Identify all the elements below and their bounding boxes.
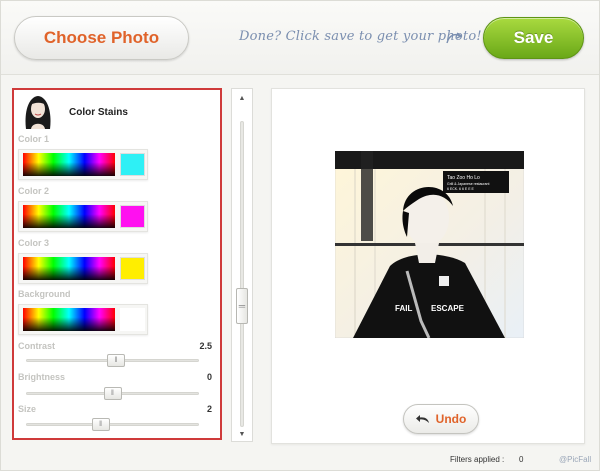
color2-label: Color 2 (18, 186, 50, 196)
color1-label: Color 1 (18, 134, 50, 144)
contrast-slider-handle[interactable]: ǁ (106, 354, 125, 367)
brand-logo[interactable]: @PicFall (559, 455, 591, 464)
choose-photo-button[interactable]: Choose Photo (14, 16, 189, 60)
vertical-scrollbar[interactable]: ▲ ═ ▼ (231, 88, 253, 442)
tshirt-text-2: ESCAPE (431, 304, 465, 313)
brightness-row: Brightness 0 (18, 372, 212, 384)
size-slider-handle[interactable]: ǁ (91, 418, 110, 431)
filters-applied-count: 0 (519, 455, 524, 464)
color1-spectrum[interactable] (23, 153, 115, 176)
undo-label: Undo (435, 412, 467, 426)
color1-swatch[interactable] (120, 153, 145, 176)
sign-text-2: Grill & Japanese restaurant (447, 182, 489, 186)
sign-text-1: Tao Zoo Ho Lo (447, 175, 480, 181)
brightness-slider[interactable]: ǁ (26, 387, 199, 400)
filter-header: Color Stains (18, 93, 218, 129)
scroll-track[interactable] (240, 121, 244, 427)
tshirt-text-1: FAIL (395, 304, 412, 313)
brightness-slider-handle[interactable]: ǁ (103, 387, 122, 400)
color2-swatch[interactable] (120, 205, 145, 228)
photo-preview-panel: Tao Zoo Ho Lo Grill & Japanese restauran… (271, 88, 585, 444)
background-picker (18, 304, 148, 335)
save-button[interactable]: Save (483, 17, 584, 59)
undo-button[interactable]: Undo (403, 404, 479, 434)
filters-applied-label: Filters applied : (450, 455, 505, 464)
brightness-label: Brightness (18, 372, 66, 382)
filter-settings-panel: Color Stains Color 1 Color 2 Color 3 Bac… (12, 88, 222, 440)
color3-swatch[interactable] (120, 257, 145, 280)
size-slider[interactable]: ǁ (26, 418, 199, 431)
sign-text-3: 6 ECK. 6 6 E E E (447, 187, 475, 191)
size-row: Size 2 (18, 404, 212, 416)
scroll-up-arrow-icon[interactable]: ▲ (232, 92, 252, 104)
contrast-row: Contrast 2.5 (18, 341, 212, 353)
curved-arrow-icon (446, 32, 463, 44)
filter-name: Color Stains (69, 107, 128, 118)
filter-thumbnail (20, 93, 56, 129)
app-window: Choose Photo Done? Click save to get you… (0, 0, 600, 471)
color1-picker (18, 149, 148, 180)
color3-picker (18, 253, 148, 284)
brightness-value: 0 (206, 372, 212, 382)
scroll-down-arrow-icon[interactable]: ▼ (232, 428, 252, 440)
color2-spectrum[interactable] (23, 205, 115, 228)
background-label: Background (18, 289, 71, 299)
background-swatch[interactable] (120, 308, 145, 331)
color2-picker (18, 201, 148, 232)
contrast-label: Contrast (18, 341, 56, 351)
edited-photo: Tao Zoo Ho Lo Grill & Japanese restauran… (335, 151, 524, 338)
color3-label: Color 3 (18, 238, 50, 248)
scroll-thumb[interactable]: ═ (236, 288, 248, 324)
contrast-value: 2.5 (199, 341, 212, 351)
color3-spectrum[interactable] (23, 257, 115, 280)
undo-arrow-icon (415, 415, 429, 423)
top-toolbar: Choose Photo Done? Click save to get you… (1, 1, 599, 75)
contrast-slider[interactable]: ǁ (26, 354, 199, 367)
background-spectrum[interactable] (23, 308, 115, 331)
size-label: Size (18, 404, 37, 414)
size-value: 2 (206, 404, 212, 414)
